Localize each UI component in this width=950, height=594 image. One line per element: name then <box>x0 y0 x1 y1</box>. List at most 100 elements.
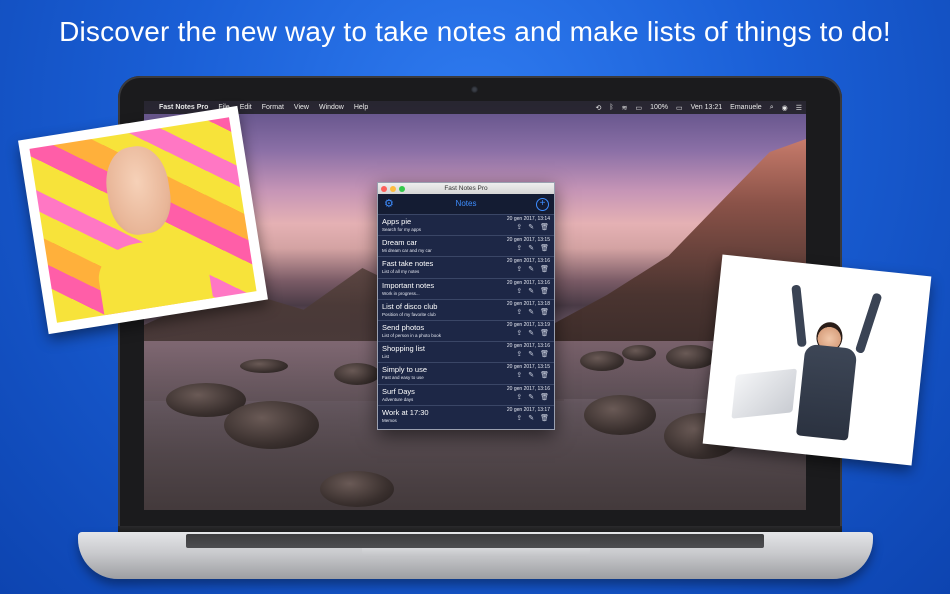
note-row[interactable]: Simply to use Fast and easy to use 20 ge… <box>378 362 554 384</box>
note-date: 20 gen 2017, 13:16 <box>506 279 550 286</box>
edit-icon[interactable]: ✎ <box>528 330 534 338</box>
note-title: Important notes <box>382 280 435 290</box>
note-subtitle: Adventure days <box>382 396 414 402</box>
menu-help[interactable]: Help <box>349 104 373 111</box>
trash-icon[interactable]: 🗑 <box>540 309 549 317</box>
edit-icon[interactable]: ✎ <box>528 394 534 402</box>
menu-view[interactable]: View <box>289 104 314 111</box>
note-subtitle: Position of my favorite club <box>382 311 436 317</box>
edit-icon[interactable]: ✎ <box>528 415 534 423</box>
note-row[interactable]: Shopping list List 20 gen 2017, 13:16 ⇪ ✎… <box>378 341 554 363</box>
battery-percent[interactable]: 100% <box>646 104 672 111</box>
window-titlebar[interactable]: Fast Notes Pro <box>378 183 554 194</box>
note-subtitle: List of person in a photo book <box>382 332 442 338</box>
note-date: 20 gen 2017, 13:16 <box>506 343 550 350</box>
edit-icon[interactable]: ✎ <box>528 245 534 253</box>
rock <box>584 395 656 435</box>
time-machine-icon[interactable]: ⟲ <box>592 104 606 112</box>
trash-icon[interactable]: 🗑 <box>540 415 549 423</box>
menu-window[interactable]: Window <box>314 104 349 111</box>
share-icon[interactable]: ⇪ <box>516 309 522 317</box>
note-row[interactable]: Send photos List of person in a photo bo… <box>378 319 554 342</box>
siri-icon[interactable]: ◉ <box>778 104 792 112</box>
share-icon[interactable]: ⇪ <box>516 394 522 402</box>
menubar-user[interactable]: Emanuele <box>726 104 766 111</box>
note-date: 20 gen 2017, 13:15 <box>506 237 550 244</box>
battery-icon[interactable]: ▭ <box>672 104 687 112</box>
trash-icon[interactable]: 🗑 <box>540 372 549 380</box>
rock <box>666 345 716 369</box>
share-icon[interactable]: ⇪ <box>516 245 522 253</box>
note-date: 20 gen 2017, 13:16 <box>506 385 550 392</box>
notes-list: Apps pie Search for my apps 20 gen 2017,… <box>378 214 554 426</box>
photo-celebrating-woman <box>711 263 923 457</box>
note-date: 20 gen 2017, 13:19 <box>506 321 550 328</box>
sticky-notes-body <box>94 232 216 323</box>
close-window-button[interactable] <box>381 185 387 192</box>
note-subtitle: List of all my notes <box>382 269 420 275</box>
trash-icon[interactable]: 🗑 <box>540 224 549 232</box>
menubar-clock[interactable]: Ven 13:21 <box>687 104 727 111</box>
trash-icon[interactable]: 🗑 <box>540 266 549 274</box>
raised-arm-left <box>791 284 807 348</box>
trash-icon[interactable]: 🗑 <box>540 245 549 253</box>
edit-icon[interactable]: ✎ <box>528 372 534 380</box>
menu-format[interactable]: Format <box>257 104 289 111</box>
laptop-keyboard-edge <box>186 534 764 548</box>
share-icon[interactable]: ⇪ <box>516 224 522 232</box>
camera <box>471 86 478 93</box>
share-icon[interactable]: ⇪ <box>516 351 522 359</box>
wifi-icon[interactable]: ≋ <box>618 104 632 112</box>
polaroid-celebrating-woman <box>702 254 932 466</box>
note-subtitle: Work in progress... <box>382 290 420 296</box>
note-row[interactable]: List of disco club Position of my favori… <box>378 298 554 320</box>
note-row[interactable]: Important notes Work in progress... 20 g… <box>378 277 554 299</box>
note-row[interactable]: Fast take notes List of all my notes 20 … <box>378 256 554 278</box>
raised-arm-right <box>854 292 883 355</box>
edit-icon[interactable]: ✎ <box>528 266 534 274</box>
share-icon[interactable]: ⇪ <box>516 288 522 296</box>
spotlight-icon[interactable]: ⌕ <box>766 104 778 112</box>
zoom-window-button[interactable] <box>399 185 405 192</box>
note-subtitle: List <box>382 354 390 360</box>
rock <box>580 351 624 371</box>
edit-icon[interactable]: ✎ <box>528 351 534 359</box>
minimize-window-button[interactable] <box>390 185 396 192</box>
headline: Discover the new way to take notes and m… <box>59 16 891 47</box>
share-icon[interactable]: ⇪ <box>516 372 522 380</box>
note-title: Shopping list <box>382 344 425 354</box>
trash-icon[interactable]: 🗑 <box>540 394 549 402</box>
edit-icon[interactable]: ✎ <box>528 309 534 317</box>
note-title: List of disco club <box>382 301 438 311</box>
bluetooth-icon[interactable]: ᛒ <box>605 104 617 111</box>
note-subtitle: Memos <box>382 417 397 423</box>
note-subtitle: Mi dream car and my car <box>382 248 432 254</box>
share-icon[interactable]: ⇪ <box>516 415 522 423</box>
edit-icon[interactable]: ✎ <box>528 224 534 232</box>
trash-icon[interactable]: 🗑 <box>540 351 549 359</box>
note-title: Fast take notes <box>382 259 434 269</box>
rock <box>334 363 380 385</box>
trash-icon[interactable]: 🗑 <box>540 330 549 338</box>
notification-center-icon[interactable]: ☰ <box>792 104 806 112</box>
share-icon[interactable]: ⇪ <box>516 330 522 338</box>
toolbar-title: Notes <box>455 199 477 208</box>
note-row[interactable]: Work at 17:30 Memos 20 gen 2017, 13:17 ⇪… <box>378 404 554 426</box>
edit-icon[interactable]: ✎ <box>528 288 534 296</box>
note-title: Surf Days <box>382 386 415 396</box>
trash-icon[interactable]: 🗑 <box>540 288 549 296</box>
settings-gear-icon[interactable]: ⚙ <box>384 194 394 214</box>
notes-toolbar: ⚙ Notes + <box>378 194 554 214</box>
airplay-icon[interactable]: ▭ <box>631 104 646 112</box>
note-row[interactable]: Apps pie Search for my apps 20 gen 2017,… <box>378 214 554 236</box>
note-date: 20 gen 2017, 13:15 <box>506 364 550 371</box>
laptop-trackpad-notch <box>362 548 590 557</box>
note-row[interactable]: Surf Days Adventure days 20 gen 2017, 13… <box>378 383 554 405</box>
add-note-icon[interactable]: + <box>536 198 549 211</box>
status-area: ⟲ ᛒ ≋ ▭ 100% ▭ Ven 13:21 Emanuele ⌕ ◉ ☰ <box>592 104 806 112</box>
note-title: Apps pie <box>382 217 412 226</box>
note-date: 20 gen 2017, 13:14 <box>506 216 550 222</box>
share-icon[interactable]: ⇪ <box>516 266 522 274</box>
note-row[interactable]: Dream car Mi dream car and my car 20 gen… <box>378 235 554 257</box>
woman-suit <box>796 343 858 441</box>
